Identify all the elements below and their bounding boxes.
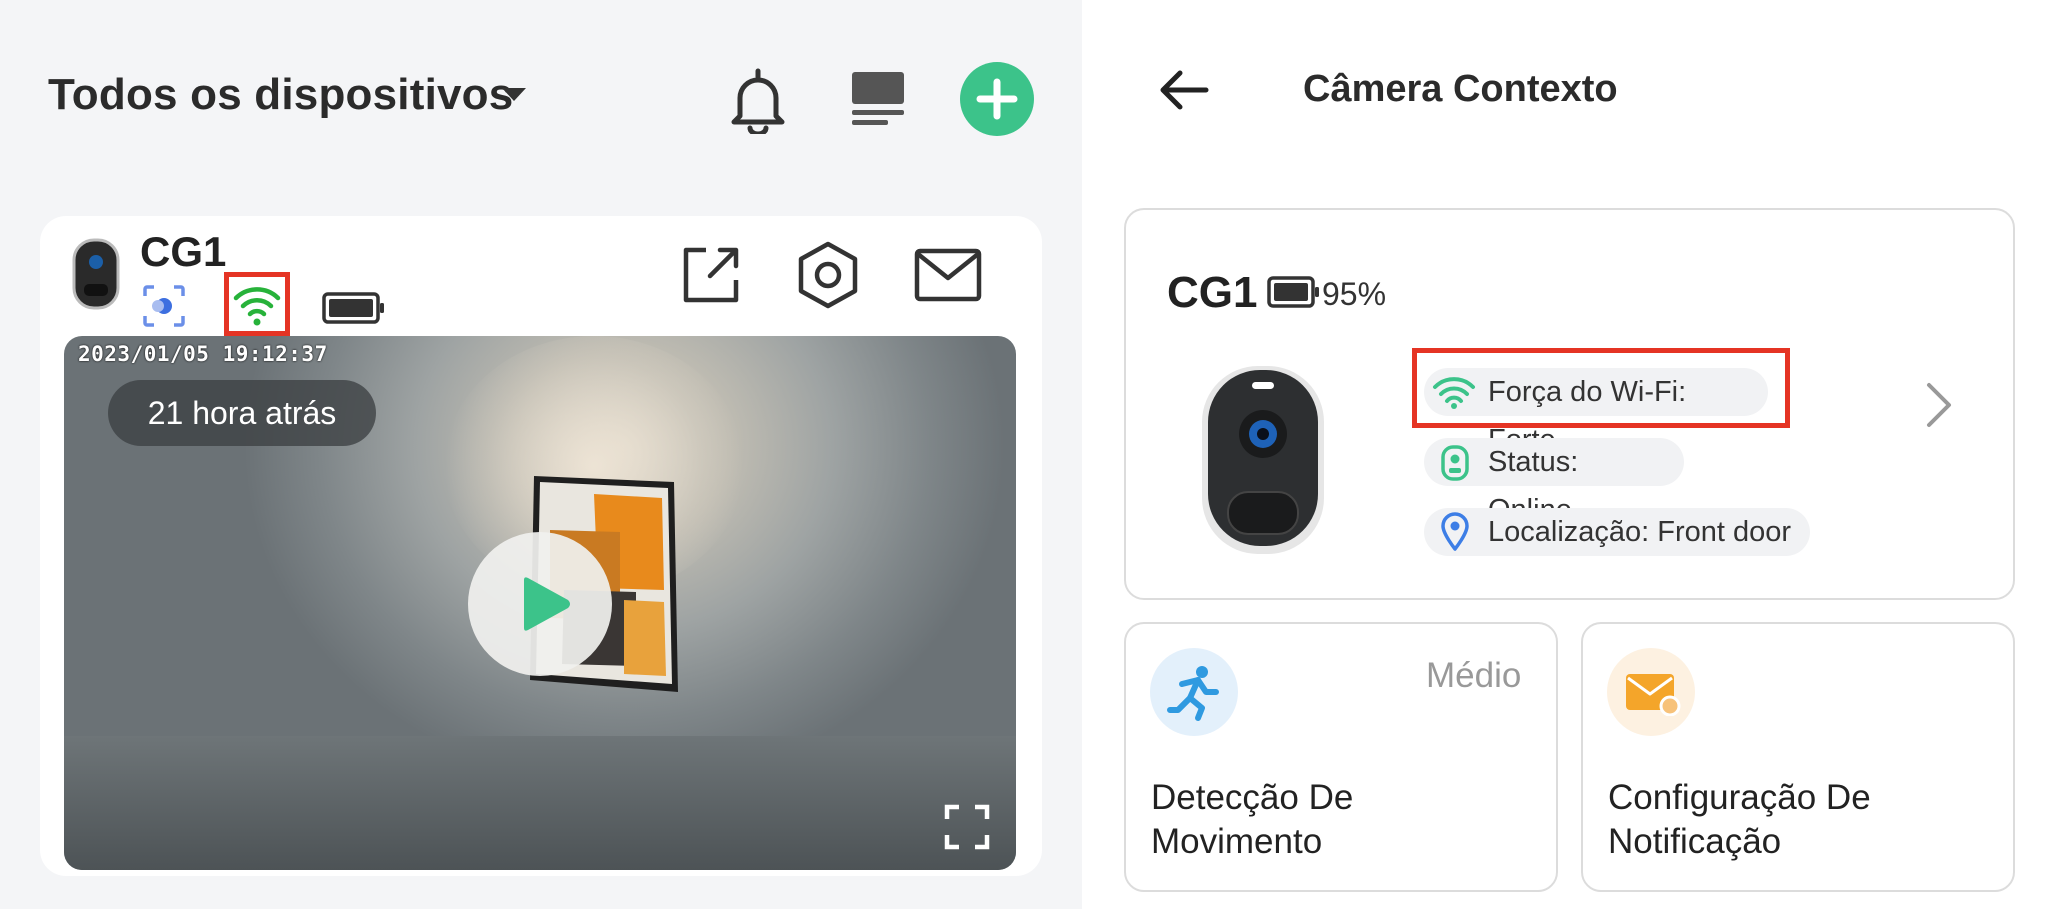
motion-icon — [1167, 666, 1219, 721]
device-name-detail: CG1 — [1167, 268, 1258, 317]
add-device-button[interactable] — [960, 62, 1034, 136]
battery-icon — [322, 292, 384, 324]
multiview-icon[interactable] — [850, 70, 906, 126]
video-timestamp: 2023/01/05 19:12:37 — [78, 342, 328, 366]
device-list-panel: Todos os dispositivos CG1 2023/01/05 19:… — [0, 0, 1082, 909]
motion-tile-title-line1: Detecção De — [1151, 778, 1354, 817]
battery-level: 95% — [1322, 276, 1387, 312]
motion-level-badge: Médio — [1426, 656, 1522, 695]
play-icon — [524, 577, 570, 631]
location-icon — [1441, 512, 1469, 551]
caret-down-icon[interactable] — [502, 88, 526, 101]
wifi-chip-highlight — [1412, 348, 1790, 428]
notification-tile-title-line1: Configuração De — [1608, 778, 1871, 817]
location-chip: Localização: Front door — [1424, 508, 1810, 556]
mail-icon[interactable] — [914, 248, 982, 302]
video-preview[interactable]: 2023/01/05 19:12:37 21 hora atrás — [64, 336, 1016, 870]
device-filter-title[interactable]: Todos os dispositivos — [48, 70, 513, 120]
wifi-icon — [233, 287, 281, 326]
play-button[interactable] — [468, 532, 612, 676]
status-icon — [1441, 445, 1469, 481]
camera-thumb-icon — [72, 238, 120, 310]
notification-tile-title-line2: Notificação — [1608, 822, 1782, 861]
time-ago-badge: 21 hora atrás — [108, 380, 376, 446]
motion-tile-title-line2: Movimento — [1151, 822, 1323, 861]
back-arrow-icon[interactable] — [1158, 68, 1210, 112]
battery-icon — [1267, 276, 1319, 308]
share-icon[interactable] — [680, 244, 742, 306]
camera-image — [1202, 366, 1324, 554]
floor-shadow — [64, 736, 1016, 870]
page-title: Câmera Contexto — [1303, 68, 1618, 110]
face-detect-icon — [143, 285, 185, 327]
settings-icon[interactable] — [796, 240, 860, 310]
bell-icon[interactable] — [726, 66, 790, 134]
device-name[interactable]: CG1 — [140, 228, 226, 276]
notification-icon — [1626, 674, 1681, 716]
fullscreen-icon[interactable] — [944, 804, 990, 850]
chevron-right-icon[interactable] — [1924, 380, 1954, 430]
